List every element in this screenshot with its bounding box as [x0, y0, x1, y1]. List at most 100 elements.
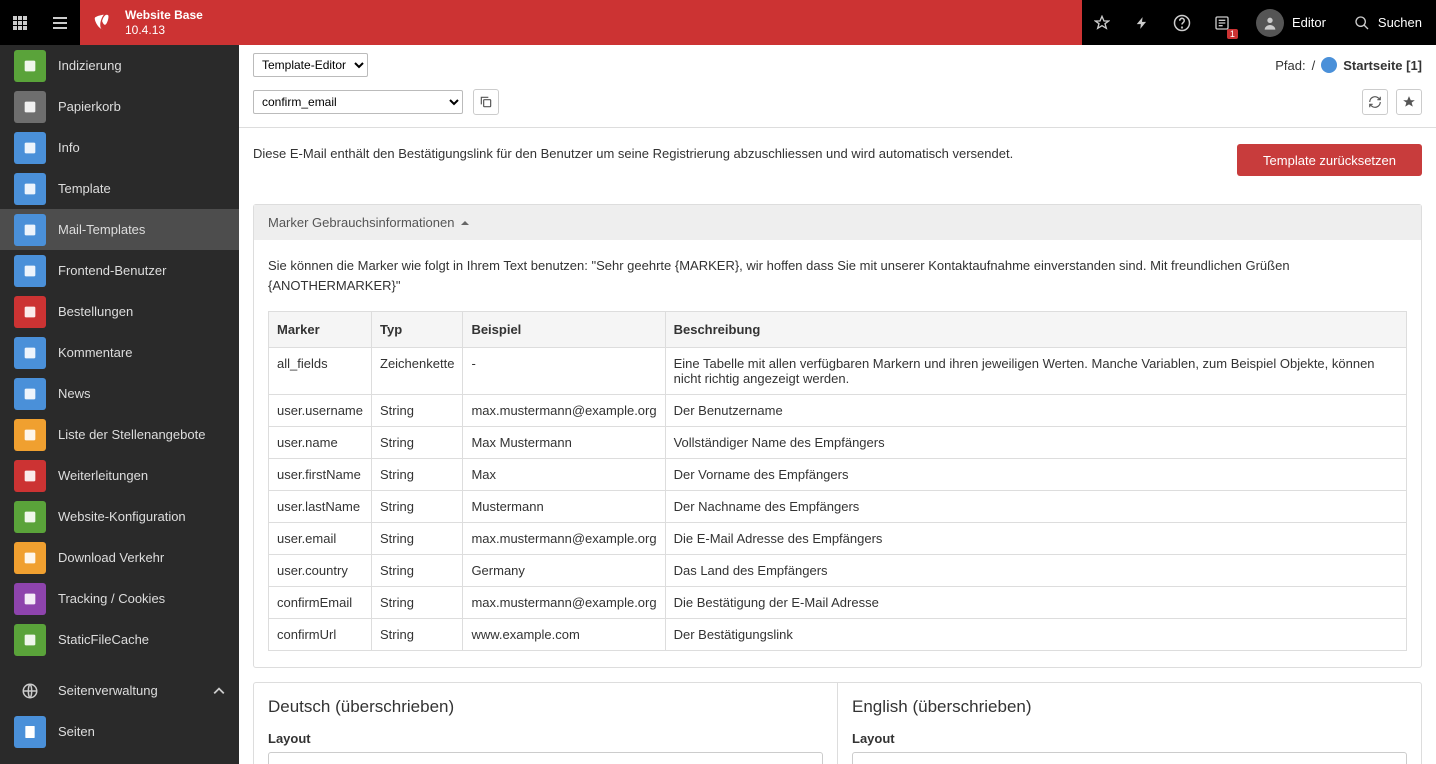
editor-en: English (überschrieben) Layout Standard — [837, 683, 1421, 764]
brand: Website Base 10.4.13 — [80, 0, 223, 45]
sidebar-item-3[interactable]: Template — [0, 168, 239, 209]
module-list-icon[interactable] — [40, 0, 80, 45]
module-icon — [14, 296, 46, 328]
sidebar-group-pages[interactable]: Seitenverwaltung — [0, 670, 239, 711]
typo3-logo-icon — [80, 0, 125, 45]
cell-marker: user.lastName — [269, 491, 372, 523]
sidebar-item-13[interactable]: Tracking / Cookies — [0, 578, 239, 619]
module-icon — [14, 419, 46, 451]
col-marker: Marker — [269, 312, 372, 348]
table-row: confirmEmailStringmax.mustermann@example… — [269, 587, 1407, 619]
sidebar-item-9[interactable]: Liste der Stellenangebote — [0, 414, 239, 455]
cell-example: max.mustermann@example.org — [463, 395, 665, 427]
sidebar-item-2[interactable]: Info — [0, 127, 239, 168]
sidebar-item-5[interactable]: Frontend-Benutzer — [0, 250, 239, 291]
user-label: Editor — [1292, 15, 1326, 30]
cell-marker: user.country — [269, 555, 372, 587]
sidebar-item-label: Papierkorb — [58, 99, 121, 114]
globe-outline-icon — [14, 675, 46, 707]
editor-de-title: Deutsch (überschrieben) — [268, 697, 823, 717]
cell-desc: Eine Tabelle mit allen verfügbaren Marke… — [665, 348, 1406, 395]
notifications-icon[interactable] — [1202, 0, 1242, 45]
layout-select-de[interactable]: Standard — [268, 752, 823, 764]
cell-desc: Der Vorname des Empfängers — [665, 459, 1406, 491]
col-desc: Beschreibung — [665, 312, 1406, 348]
page-name: Startseite [1] — [1343, 58, 1422, 73]
sidebar-item-7[interactable]: Kommentare — [0, 332, 239, 373]
col-type: Typ — [372, 312, 463, 348]
marker-panel-title: Marker Gebrauchsinformationen — [268, 215, 454, 230]
cache-icon[interactable] — [1122, 0, 1162, 45]
module-icon — [14, 337, 46, 369]
cell-desc: Vollständiger Name des Empfängers — [665, 427, 1406, 459]
cell-desc: Die Bestätigung der E-Mail Adresse — [665, 587, 1406, 619]
sidebar-sub-pages[interactable]: Seiten — [0, 711, 239, 752]
sidebar-item-14[interactable]: StaticFileCache — [0, 619, 239, 660]
cell-type: String — [372, 619, 463, 651]
content: Template-Editor Pfad: / Startseite [1] c… — [239, 45, 1436, 764]
cell-example: max.mustermann@example.org — [463, 523, 665, 555]
cell-type: String — [372, 555, 463, 587]
sidebar: Indizierung Papierkorb Info Template Mail-Te… — [0, 45, 239, 764]
marker-table: Marker Typ Beispiel Beschreibung all_fie… — [268, 311, 1407, 651]
copy-button[interactable] — [473, 89, 499, 115]
cell-type: String — [372, 427, 463, 459]
search[interactable]: Suchen — [1340, 0, 1436, 45]
topbar: Website Base 10.4.13 Editor Suchen — [0, 0, 1436, 45]
sidebar-item-label: Kommentare — [58, 345, 132, 360]
sidebar-item-label: Template — [58, 181, 111, 196]
marker-panel-header[interactable]: Marker Gebrauchsinformationen — [254, 205, 1421, 240]
user-menu[interactable]: Editor — [1242, 0, 1340, 45]
table-row: user.countryStringGermanyDas Land des Em… — [269, 555, 1407, 587]
sidebar-item-12[interactable]: Download Verkehr — [0, 537, 239, 578]
sidebar-item-8[interactable]: News — [0, 373, 239, 414]
sidebar-item-label: Info — [58, 140, 80, 155]
cell-desc: Die E-Mail Adresse des Empfängers — [665, 523, 1406, 555]
module-grid-icon[interactable] — [0, 0, 40, 45]
cell-example: Max — [463, 459, 665, 491]
cell-desc: Der Benutzername — [665, 395, 1406, 427]
sidebar-group-label: Seitenverwaltung — [58, 683, 158, 698]
sidebar-item-4[interactable]: Mail-Templates — [0, 209, 239, 250]
sidebar-item-1[interactable]: Papierkorb — [0, 86, 239, 127]
cell-desc: Der Bestätigungslink — [665, 619, 1406, 651]
table-row: user.emailStringmax.mustermann@example.o… — [269, 523, 1407, 555]
globe-icon — [1321, 57, 1337, 73]
template-select[interactable]: confirm_email — [253, 90, 463, 114]
sidebar-item-label: Frontend-Benutzer — [58, 263, 166, 278]
sidebar-item-label: Download Verkehr — [58, 550, 164, 565]
reset-template-button[interactable]: Template zurücksetzen — [1237, 144, 1422, 176]
module-icon — [14, 583, 46, 615]
path-sep: / — [1312, 58, 1316, 73]
sidebar-item-11[interactable]: Website-Konfiguration — [0, 496, 239, 537]
sidebar-item-label: Weiterleitungen — [58, 468, 148, 483]
col-example: Beispiel — [463, 312, 665, 348]
cell-marker: confirmEmail — [269, 587, 372, 619]
cell-marker: all_fields — [269, 348, 372, 395]
avatar-icon — [1256, 9, 1284, 37]
bookmark-icon[interactable] — [1082, 0, 1122, 45]
module-icon — [14, 624, 46, 656]
star-button[interactable] — [1396, 89, 1422, 115]
refresh-button[interactable] — [1362, 89, 1388, 115]
sidebar-item-10[interactable]: Weiterleitungen — [0, 455, 239, 496]
path-label: Pfad: — [1275, 58, 1305, 73]
cell-example: Mustermann — [463, 491, 665, 523]
layout-select-en[interactable]: Standard — [852, 752, 1407, 764]
mode-select[interactable]: Template-Editor — [253, 53, 368, 77]
sidebar-item-label: Bestellungen — [58, 304, 133, 319]
table-row: user.lastNameStringMustermannDer Nachnam… — [269, 491, 1407, 523]
cell-type: String — [372, 459, 463, 491]
cell-desc: Der Nachname des Empfängers — [665, 491, 1406, 523]
module-icon — [14, 716, 46, 748]
sidebar-item-0[interactable]: Indizierung — [0, 45, 239, 86]
sidebar-item-6[interactable]: Bestellungen — [0, 291, 239, 332]
cell-type: String — [372, 587, 463, 619]
help-icon[interactable] — [1162, 0, 1202, 45]
search-placeholder: Suchen — [1378, 15, 1422, 30]
module-icon — [14, 378, 46, 410]
cell-marker: user.email — [269, 523, 372, 555]
sidebar-item-label: Mail-Templates — [58, 222, 145, 237]
sidebar-item-label: Website-Konfiguration — [58, 509, 186, 524]
module-icon — [14, 132, 46, 164]
